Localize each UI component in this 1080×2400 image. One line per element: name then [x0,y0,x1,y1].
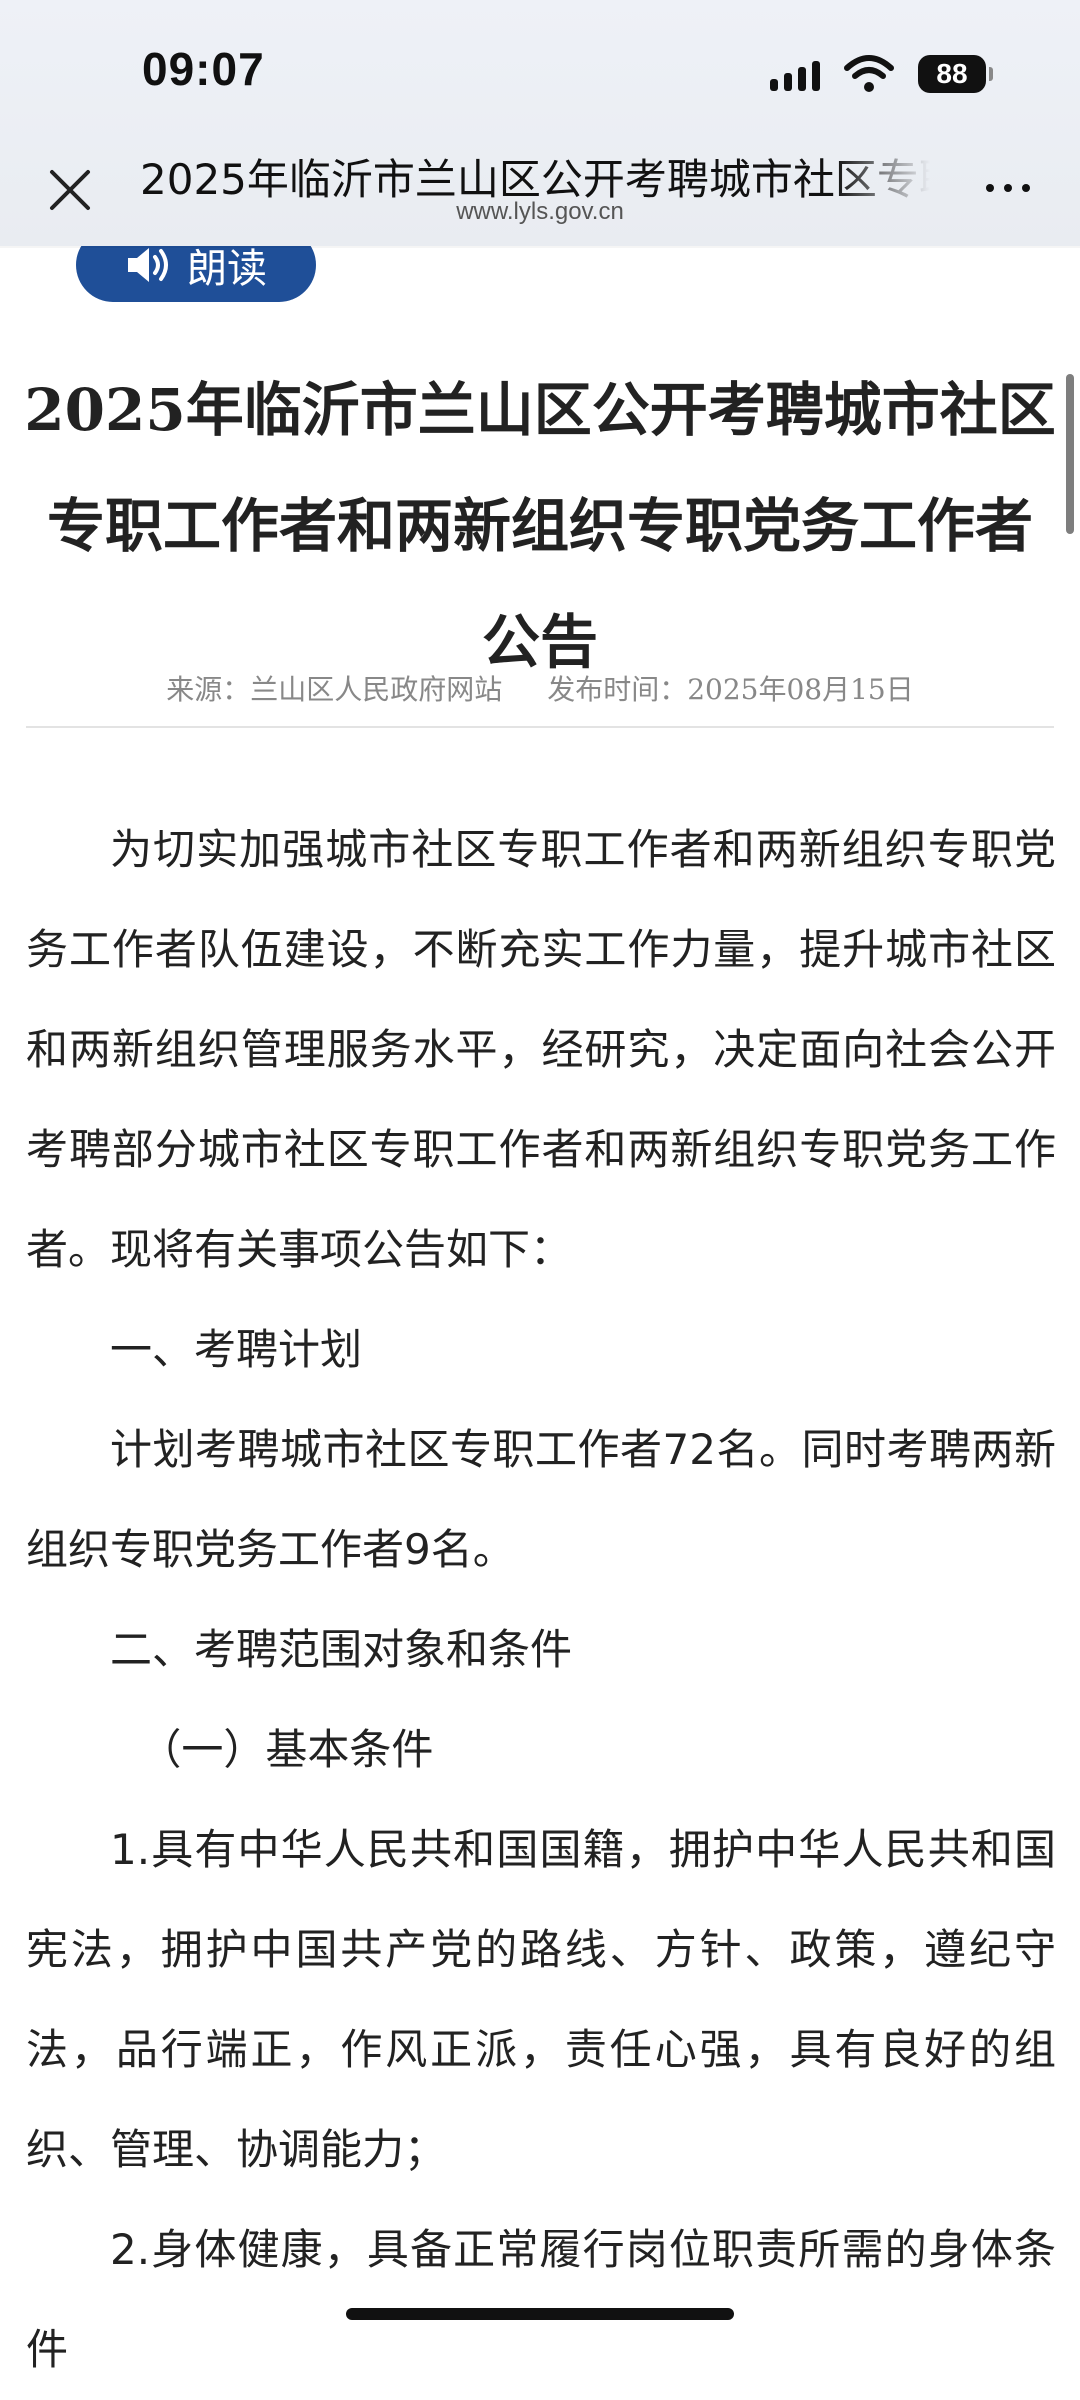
battery-level: 88 [936,58,968,89]
paragraph: 计划考聘城市社区专职工作者72名。同时考聘两新组织专职党务工作者9名。 [26,1425,1056,1574]
status-time: 09:07 [142,43,265,95]
article-title: 2025年临沂市兰山区公开考聘城市社区专职工作者和两新组织专职党务工作者公告 [24,376,1056,676]
home-indicator[interactable] [346,2308,734,2320]
section-heading: 二、考聘范围对象和条件 [110,1625,573,1674]
wifi-icon [844,55,894,92]
list-item: 2.身体健康，具备正常履行岗位职责所需的身体条件 [26,2225,1056,2374]
article-meta: 来源：兰山区人民政府网站 发布时间：2025年08月15日 [0,668,1080,708]
status-icons: 88 [770,50,993,98]
subsection-heading: （一）基本条件 [139,1725,434,1774]
battery-icon: 88 [918,55,993,93]
browser-domain: www.lyls.gov.cn [456,198,624,225]
signal-icon [770,57,820,91]
scrollbar[interactable] [1066,374,1074,534]
paragraph-intro: 为切实加强城市社区专职工作者和两新组织专职党务工作者队伍建设，不断充实工作力量，… [26,825,1056,1274]
browser-chrome: 09:07 88 2025年临沂市兰山区公开考聘城市社区专职工作者和两新组织专职… [0,0,1080,246]
list-item: 1.具有中华人民共和国国籍，拥护中华人民共和国宪法，拥护中国共产党的路线、方针、… [26,1825,1056,2174]
article-date: 发布时间：2025年08月15日 [547,673,914,706]
divider [26,726,1054,728]
page-content: 朗读 2025年临沂市兰山区公开考聘城市社区专职工作者和两新组织专职党务工作者公… [0,0,1080,2374]
more-icon[interactable] [986,184,1030,192]
section-heading: 一、考聘计划 [110,1325,363,1374]
article-body: 为切实加强城市社区专职工作者和两新组织专职党务工作者队伍建设，不断充实工作力量，… [26,800,1056,2400]
speaker-icon [128,248,168,282]
article-source: 来源：兰山区人民政府网站 [166,673,503,706]
